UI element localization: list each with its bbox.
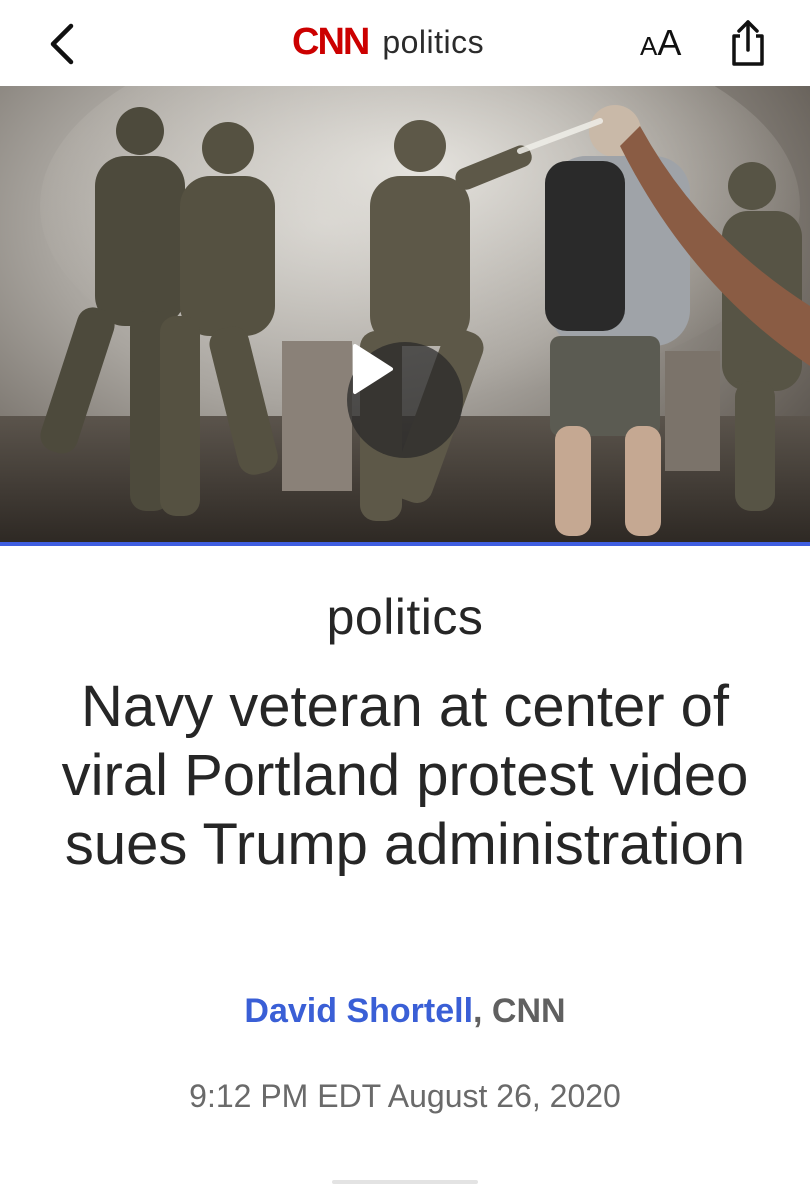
- share-button[interactable]: [726, 18, 770, 68]
- text-size-large-glyph: A: [657, 22, 682, 63]
- play-icon: [353, 344, 393, 394]
- top-nav-bar: CNN politics A A: [0, 0, 810, 86]
- play-button[interactable]: [347, 342, 463, 458]
- byline-separator: ,: [473, 992, 483, 1030]
- cnn-logo: CNN: [292, 20, 370, 63]
- author-link[interactable]: David Shortell: [244, 992, 473, 1030]
- article-headline: Navy veteran at center of viral Portland…: [61, 674, 749, 877]
- brand-header[interactable]: CNN politics: [292, 20, 484, 64]
- content-divider: [332, 1180, 478, 1184]
- text-size-button[interactable]: A A: [640, 22, 681, 66]
- byline-organization: CNN: [491, 992, 566, 1030]
- media-accent-rule: [0, 542, 810, 546]
- chevron-left-icon: [50, 23, 74, 65]
- text-size-small-glyph: A: [640, 31, 658, 61]
- publish-timestamp: 9:12 PM EDT August 26, 2020: [189, 1078, 621, 1114]
- protest-scene-illustration: [0, 86, 810, 542]
- section-label[interactable]: politics: [0, 588, 810, 646]
- brand-section-label: politics: [382, 23, 485, 60]
- byline: David Shortell, CNN: [0, 992, 810, 1031]
- share-icon: [732, 20, 764, 66]
- article-video-thumbnail[interactable]: [0, 86, 810, 542]
- back-button[interactable]: [40, 22, 84, 66]
